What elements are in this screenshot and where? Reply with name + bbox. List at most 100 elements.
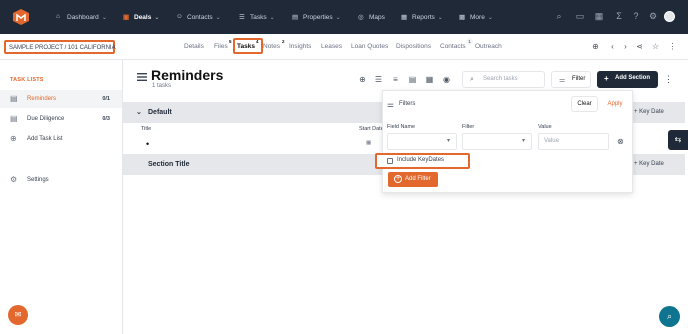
include-keydates-checkbox[interactable] bbox=[387, 158, 393, 164]
folder-icon[interactable]: ▭ bbox=[575, 11, 585, 21]
section-title: Default bbox=[148, 109, 172, 116]
tab-contacts[interactable]: Contacts bbox=[440, 43, 466, 50]
add-section-button[interactable]: + Add Section bbox=[597, 71, 658, 88]
sidebar-item-due-diligence[interactable]: ▤ Due Diligence 0/3 bbox=[0, 110, 122, 128]
nav-dashboard[interactable]: ⌂ Dashboard ⌄ bbox=[56, 12, 107, 22]
help-icon[interactable]: ? bbox=[631, 11, 641, 21]
chevron-down-icon: ⌄ bbox=[215, 14, 221, 21]
side-panel-tab[interactable]: ⇆ bbox=[668, 130, 688, 150]
grid-icon: ▩ bbox=[459, 14, 466, 21]
home-icon: ⌂ bbox=[56, 13, 60, 20]
nav-tasks[interactable]: ☰ Tasks ⌄ bbox=[239, 12, 275, 22]
add-key-date-button[interactable]: + Key Date bbox=[634, 161, 664, 167]
field-name-select[interactable]: ▾ bbox=[387, 133, 457, 150]
chevron-down-icon: ⌄ bbox=[437, 14, 443, 21]
tab-outreach[interactable]: Outreach bbox=[475, 43, 502, 50]
nav-contacts[interactable]: ☺ Contacts ⌄ bbox=[176, 12, 221, 22]
nav-reports[interactable]: ▦ Reports ⌄ bbox=[401, 12, 443, 22]
project-breadcrumb[interactable]: SAMPLE PROJECT / 101 CALIFORNIA bbox=[4, 40, 116, 54]
filter-icon: ⚌ bbox=[386, 100, 395, 109]
add-circle-icon[interactable]: ⊕ bbox=[591, 42, 600, 51]
filters-heading: Filters bbox=[399, 101, 416, 107]
task-bullet[interactable]: • bbox=[146, 139, 149, 149]
filter-label: Filter bbox=[462, 124, 475, 130]
value-input[interactable]: Value bbox=[538, 133, 609, 150]
plus-circle-icon: ⊕ bbox=[10, 134, 17, 143]
nav-properties[interactable]: ▤ Properties ⌄ bbox=[292, 12, 341, 22]
plus-circle-icon: + bbox=[394, 175, 402, 183]
nav-deals[interactable]: ▣ Deals ⌄ bbox=[123, 12, 159, 22]
eye-icon[interactable]: ◉ bbox=[442, 75, 451, 84]
tab-dispositions[interactable]: Dispositions bbox=[396, 43, 431, 50]
list-view-icon[interactable]: ☰ bbox=[374, 75, 383, 84]
include-keydates-label[interactable]: Include KeyDates bbox=[397, 157, 444, 163]
chat-icon[interactable]: ✉ bbox=[8, 305, 28, 325]
globe-icon: ◎ bbox=[358, 14, 364, 21]
filter-button[interactable]: ⚌ Filter bbox=[551, 71, 591, 88]
briefcase-icon: ▣ bbox=[123, 14, 130, 21]
task-count: 1 tasks bbox=[152, 83, 172, 89]
board-view-icon[interactable]: ▤ bbox=[408, 75, 417, 84]
apply-button[interactable]: Apply bbox=[602, 96, 628, 112]
help-search-icon[interactable]: ⌕ bbox=[659, 306, 680, 327]
calendar-icon[interactable]: ▦ bbox=[366, 140, 371, 146]
tasks-icon: ☰ bbox=[239, 14, 245, 21]
tab-leases[interactable]: Leases bbox=[321, 43, 342, 50]
gantt-view-icon[interactable]: ≡ bbox=[391, 75, 400, 84]
add-task-icon[interactable]: ⊕ bbox=[358, 75, 367, 84]
chevron-down-icon: ⌄ bbox=[269, 14, 275, 21]
page-title: Reminders bbox=[151, 67, 224, 83]
kebab-menu-icon[interactable]: ⋮ bbox=[668, 42, 677, 51]
notes-count: 2 bbox=[282, 39, 285, 44]
tab-notes[interactable]: Notes bbox=[263, 43, 280, 50]
chevron-down-icon: ⌄ bbox=[154, 14, 160, 21]
tab-details[interactable]: Details bbox=[184, 43, 204, 50]
star-icon[interactable]: ☆ bbox=[651, 42, 660, 51]
section-title: Section Title bbox=[148, 161, 190, 168]
calendar-view-icon[interactable]: ▦ bbox=[425, 75, 434, 84]
chevron-left-icon[interactable]: ‹ bbox=[608, 42, 617, 51]
kebab-menu-icon[interactable]: ⋮ bbox=[664, 74, 673, 85]
column-start-date: Start Date bbox=[359, 126, 384, 132]
gear-icon[interactable]: ⚙ bbox=[648, 11, 658, 21]
app-logo[interactable] bbox=[12, 8, 30, 26]
chevron-down-icon: ⌄ bbox=[101, 14, 107, 21]
hamburger-icon[interactable] bbox=[137, 73, 147, 81]
settings-button[interactable]: ⚙ Settings bbox=[0, 171, 122, 189]
share-icon[interactable]: ⋖ bbox=[635, 42, 644, 51]
sigma-icon[interactable]: Σ bbox=[614, 11, 624, 21]
nav-more[interactable]: ▩ More ⌄ bbox=[459, 12, 493, 22]
avatar[interactable] bbox=[664, 11, 675, 22]
chevron-down-icon: ▾ bbox=[446, 138, 450, 144]
remove-filter-icon[interactable]: ⊗ bbox=[616, 137, 625, 146]
search-icon: ⌕ bbox=[470, 76, 474, 83]
field-name-label: Field Name bbox=[387, 124, 416, 130]
add-task-list-button[interactable]: ⊕ Add Task List bbox=[0, 130, 122, 148]
add-filter-button[interactable]: + Add Filter bbox=[388, 172, 438, 187]
search-tasks-input[interactable]: ⌕ Search tasks bbox=[462, 71, 545, 88]
filter-icon: ⚌ bbox=[559, 77, 566, 84]
files-count: 5 bbox=[229, 39, 232, 44]
clear-button[interactable]: Clear bbox=[571, 96, 598, 112]
gear-icon: ⚙ bbox=[10, 175, 18, 184]
report-icon: ▦ bbox=[401, 14, 408, 21]
tab-loan-quotes[interactable]: Loan Quotes bbox=[351, 43, 388, 50]
tab-files[interactable]: Files bbox=[214, 43, 228, 50]
sidebar-item-reminders[interactable]: ▤ Reminders 0/1 bbox=[0, 90, 122, 108]
chevron-down-icon[interactable]: ⌄ bbox=[136, 108, 142, 116]
calendar-icon[interactable]: ▦ bbox=[594, 11, 604, 21]
plus-icon: + bbox=[604, 74, 609, 83]
users-icon: ☺ bbox=[176, 13, 183, 20]
search-icon[interactable]: ⌕ bbox=[554, 11, 564, 21]
reminders-count: 0/1 bbox=[102, 96, 110, 102]
building-icon: ▤ bbox=[292, 14, 299, 21]
add-key-date-button[interactable]: + Key Date bbox=[634, 109, 664, 115]
chevron-down-icon: ⌄ bbox=[335, 14, 341, 21]
nav-maps[interactable]: ◎ Maps bbox=[358, 12, 385, 22]
tasks-count: 4 bbox=[256, 39, 259, 44]
filter-select[interactable]: ▾ bbox=[462, 133, 532, 150]
tab-tasks[interactable]: Tasks bbox=[237, 43, 255, 50]
contacts-count: 1 bbox=[466, 38, 473, 45]
chevron-right-icon[interactable]: › bbox=[621, 42, 630, 51]
tab-insights[interactable]: Insights bbox=[289, 43, 311, 50]
